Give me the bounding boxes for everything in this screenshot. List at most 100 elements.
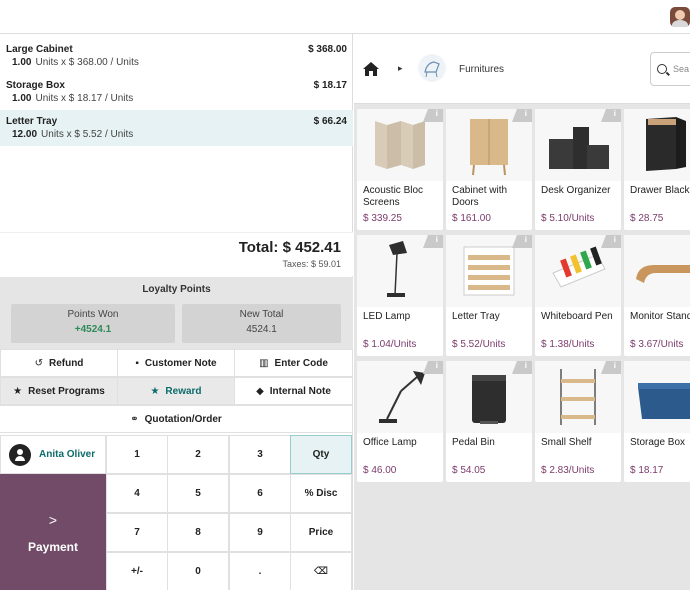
product-name: Drawer Black: [630, 185, 690, 196]
product-price: $ 54.05: [452, 465, 486, 476]
backspace-icon[interactable]: ⌫: [290, 552, 352, 590]
loyalty-panel: Loyalty Points Points Won +4524.1 New To…: [0, 277, 353, 349]
enter-code-label: Enter Code: [274, 357, 328, 369]
pos-screen: Large Cabinet $ 368.00 1.00 Units x $ 368…: [0, 0, 690, 590]
breadcrumb: ▸ Furnitures Sea: [354, 34, 690, 104]
refund-button[interactable]: ↺ Refund: [0, 349, 118, 377]
numpad-key-8[interactable]: 8: [167, 513, 229, 552]
customer-avatar-icon: [9, 443, 31, 466]
numpad-key-3[interactable]: 3: [229, 435, 291, 474]
order-line-qty: 12.00: [12, 129, 38, 140]
product-card[interactable]: i LED Lamp $ 1.04/Units: [357, 235, 443, 356]
product-price: $ 46.00: [363, 465, 397, 476]
order-pane: Large Cabinet $ 368.00 1.00 Units x $ 368…: [0, 34, 353, 590]
product-card[interactable]: i Office Lamp $ 46.00: [357, 361, 443, 482]
chevron-right-icon: >: [48, 512, 58, 528]
product-name: Small Shelf: [541, 437, 592, 448]
customer-note-button[interactable]: ▪ Customer Note: [117, 349, 235, 377]
order-line[interactable]: Large Cabinet $ 368.00 1.00 Units x $ 368…: [0, 38, 353, 74]
product-price: $ 2.83/Units: [541, 465, 595, 476]
quotation-order-button[interactable]: ⚭ Quotation/Order: [0, 405, 353, 433]
order-line-unit: Units x $ 5.52 / Units: [41, 129, 134, 140]
product-card[interactable]: i Letter Tray $ 5.52/Units: [446, 235, 532, 356]
product-name: Storage Box: [630, 437, 686, 448]
tag-icon: ◆: [256, 385, 264, 397]
payment-button[interactable]: > Payment: [0, 474, 106, 590]
product-name: LED Lamp: [363, 311, 411, 322]
loyalty-title: Loyalty Points: [142, 284, 211, 295]
numpad-key-dot[interactable]: .: [229, 552, 291, 590]
home-icon[interactable]: [362, 61, 380, 77]
product-price: $ 5.52/Units: [452, 339, 506, 350]
order-taxes: Taxes: $ 59.01: [282, 259, 341, 269]
breadcrumb-separator: ▸: [398, 63, 403, 73]
payment-label: Payment: [27, 540, 79, 554]
product-name: Whiteboard Pen: [541, 311, 613, 322]
new-total-label: New Total: [239, 309, 284, 320]
order-line-name: Storage Box: [6, 80, 65, 91]
numpad-key-1[interactable]: 1: [106, 435, 168, 474]
product-name: Pedal Bin: [452, 437, 495, 448]
order-line[interactable]: Storage Box $ 18.17 1.00 Units x $ 18.17 …: [0, 74, 353, 110]
product-card[interactable]: i Acoustic Bloc Screens $ 339.25: [357, 109, 443, 230]
numpad-qty-mode[interactable]: Qty: [290, 435, 352, 474]
customer-note-label: Customer Note: [144, 357, 217, 369]
star-icon: ★: [13, 385, 23, 397]
order-line-price: $ 18.17: [313, 80, 347, 91]
product-pane: ▸ Furnitures Sea i Acoustic Bloc Screens…: [354, 34, 690, 590]
numpad-price-mode[interactable]: Price: [290, 513, 352, 552]
search-placeholder: Sea: [673, 64, 690, 74]
new-total-box: New Total 4524.1: [182, 304, 341, 343]
product-card[interactable]: i Desk Organizer $ 5.10/Units: [535, 109, 621, 230]
product-price: $ 5.10/Units: [541, 213, 595, 224]
order-line-price: $ 368.00: [308, 44, 347, 55]
order-line-detail: 1.00 Units x $ 18.17 / Units: [6, 93, 347, 104]
product-image: [624, 109, 690, 181]
internal-note-button[interactable]: ◆ Internal Note: [234, 377, 353, 405]
numpad-key-7[interactable]: 7: [106, 513, 168, 552]
product-name: Acoustic Bloc Screens: [363, 185, 424, 208]
product-price: $ 28.75: [630, 213, 664, 224]
product-name: Cabinet with Doors: [452, 185, 508, 208]
product-name: Letter Tray: [452, 311, 500, 322]
breadcrumb-category[interactable]: Furnitures: [459, 64, 504, 75]
numpad-disc-mode[interactable]: % Disc: [290, 474, 352, 513]
order-line-selected[interactable]: Letter Tray $ 66.24 12.00 Units x $ 5.52 …: [0, 110, 353, 146]
user-avatar[interactable]: [670, 7, 690, 27]
note-icon: ▪: [135, 357, 139, 369]
search-input[interactable]: Sea: [650, 52, 690, 86]
product-card[interactable]: i Pedal Bin $ 54.05: [446, 361, 532, 482]
refund-icon: ↺: [34, 357, 43, 369]
product-card[interactable]: i Small Shelf $ 2.83/Units: [535, 361, 621, 482]
product-card[interactable]: i Cabinet with Doors $ 161.00: [446, 109, 532, 230]
numpad-key-2[interactable]: 2: [167, 435, 229, 474]
product-name: Monitor Stand: [630, 311, 690, 322]
order-line-name: Letter Tray: [6, 116, 58, 127]
numpad-plus-minus[interactable]: +/-: [106, 552, 168, 590]
numpad-key-4[interactable]: 4: [106, 474, 168, 513]
order-totals: Total: $ 452.41 Taxes: $ 59.01: [0, 232, 353, 276]
order-line-detail: 1.00 Units x $ 368.00 / Units: [6, 57, 347, 68]
order-total: Total: $ 452.41: [238, 239, 341, 256]
product-price: $ 3.67/Units: [630, 339, 684, 350]
order-line-detail: 12.00 Units x $ 5.52 / Units: [6, 129, 347, 140]
product-card[interactable]: i Drawer Black $ 28.75: [624, 109, 690, 230]
enter-code-button[interactable]: ▥ Enter Code: [234, 349, 353, 377]
order-line-qty: 1.00: [12, 57, 32, 68]
product-name: Desk Organizer: [541, 185, 611, 196]
reset-programs-button[interactable]: ★ Reset Programs: [0, 377, 118, 405]
numpad-key-9[interactable]: 9: [229, 513, 291, 552]
numpad-key-0[interactable]: 0: [167, 552, 229, 590]
numpad-key-5[interactable]: 5: [167, 474, 229, 513]
product-image: [624, 235, 690, 307]
product-card[interactable]: i Storage Box $ 18.17: [624, 361, 690, 482]
numpad-key-6[interactable]: 6: [229, 474, 291, 513]
reward-button[interactable]: ★ Reward: [117, 377, 235, 405]
product-card[interactable]: i Whiteboard Pen $ 1.38/Units: [535, 235, 621, 356]
product-card[interactable]: i Monitor Stand $ 3.67/Units: [624, 235, 690, 356]
order-line-unit: Units x $ 18.17 / Units: [35, 93, 134, 104]
customer-button[interactable]: Anita Oliver: [0, 435, 106, 474]
product-price: $ 161.00: [452, 213, 491, 224]
reset-programs-label: Reset Programs: [28, 385, 105, 397]
category-image: [418, 54, 446, 82]
